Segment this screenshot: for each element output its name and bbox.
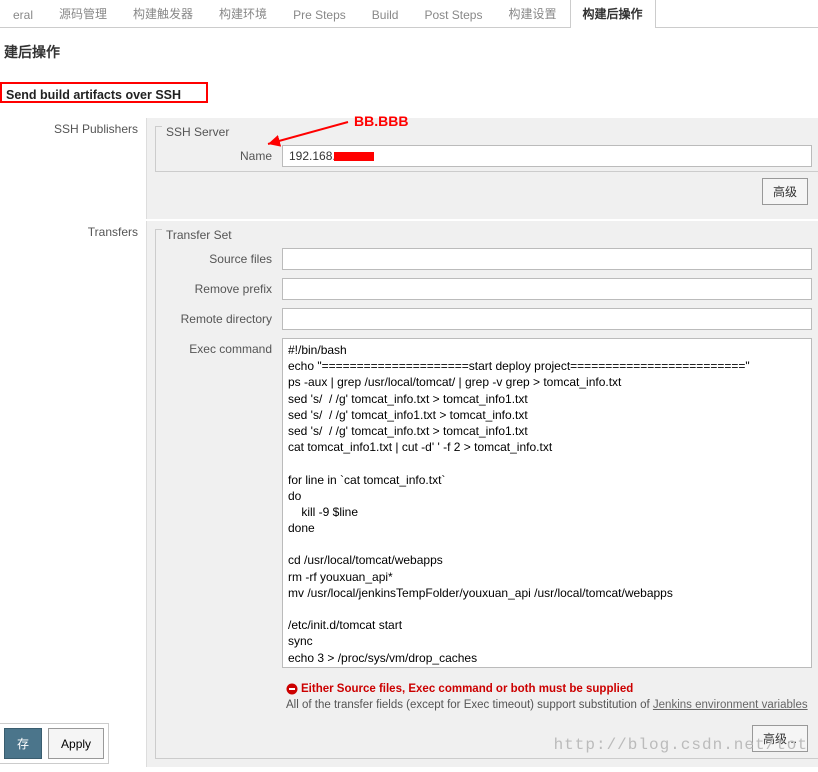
- server-advanced-button[interactable]: 高级: [762, 178, 808, 205]
- remote-dir-input[interactable]: [282, 308, 812, 330]
- transfer-advanced-button[interactable]: 高级...: [752, 725, 808, 752]
- ssh-publishers-label: SSH Publishers: [6, 122, 138, 136]
- validation-error-text: Either Source files, Exec command or bot…: [301, 683, 633, 695]
- tab-pre-steps[interactable]: Pre Steps: [280, 1, 359, 28]
- ssh-server-fieldset: SSH Server Name 192.168.: [155, 126, 818, 172]
- validation-error: Either Source files, Exec command or bot…: [286, 681, 812, 697]
- remove-prefix-input[interactable]: [282, 278, 812, 300]
- footer-buttons: 存 Apply: [0, 723, 109, 764]
- exec-command-label: Exec command: [162, 338, 282, 356]
- transfer-set-legend: Transfer Set: [162, 228, 818, 242]
- tab-build[interactable]: Build: [359, 1, 412, 28]
- tab-post-steps[interactable]: Post Steps: [411, 1, 495, 28]
- jenkins-env-link[interactable]: Jenkins environment variables: [653, 699, 808, 711]
- apply-button[interactable]: Apply: [48, 728, 104, 759]
- name-select[interactable]: 192.168.: [282, 145, 812, 167]
- source-files-label: Source files: [162, 248, 282, 266]
- remove-prefix-label: Remove prefix: [162, 278, 282, 296]
- remote-dir-label: Remote directory: [162, 308, 282, 326]
- source-files-input[interactable]: [282, 248, 812, 270]
- save-button[interactable]: 存: [4, 728, 42, 759]
- section-title: 建后操作: [0, 28, 818, 76]
- tab-scm[interactable]: 源码管理: [46, 0, 120, 28]
- transfers-label: Transfers: [6, 225, 138, 239]
- redacted-bar: [334, 152, 374, 161]
- ssh-publisher-header: Send build artifacts over SSH: [2, 86, 185, 104]
- error-icon: [286, 683, 298, 695]
- name-label: Name: [162, 145, 282, 163]
- tab-build-env[interactable]: 构建环境: [206, 0, 280, 28]
- annotation-bb-label: BB.BBB: [354, 113, 408, 129]
- transfer-set-fieldset: Transfer Set Source files Remove prefix …: [155, 229, 818, 759]
- ssh-server-legend: SSH Server: [162, 125, 818, 139]
- tab-post-build[interactable]: 构建后操作: [570, 0, 656, 28]
- config-tabs: eral 源码管理 构建触发器 构建环境 Pre Steps Build Pos…: [0, 0, 818, 28]
- tab-build-settings[interactable]: 构建设置: [495, 0, 569, 28]
- name-value-text: 192.168.: [289, 149, 336, 163]
- tab-triggers[interactable]: 构建触发器: [120, 0, 206, 28]
- exec-command-textarea[interactable]: #!/bin/bash echo "=====================s…: [282, 338, 812, 668]
- help-text-body: All of the transfer fields (except for E…: [286, 699, 653, 711]
- tab-general[interactable]: eral: [0, 1, 46, 28]
- help-text: All of the transfer fields (except for E…: [286, 697, 812, 713]
